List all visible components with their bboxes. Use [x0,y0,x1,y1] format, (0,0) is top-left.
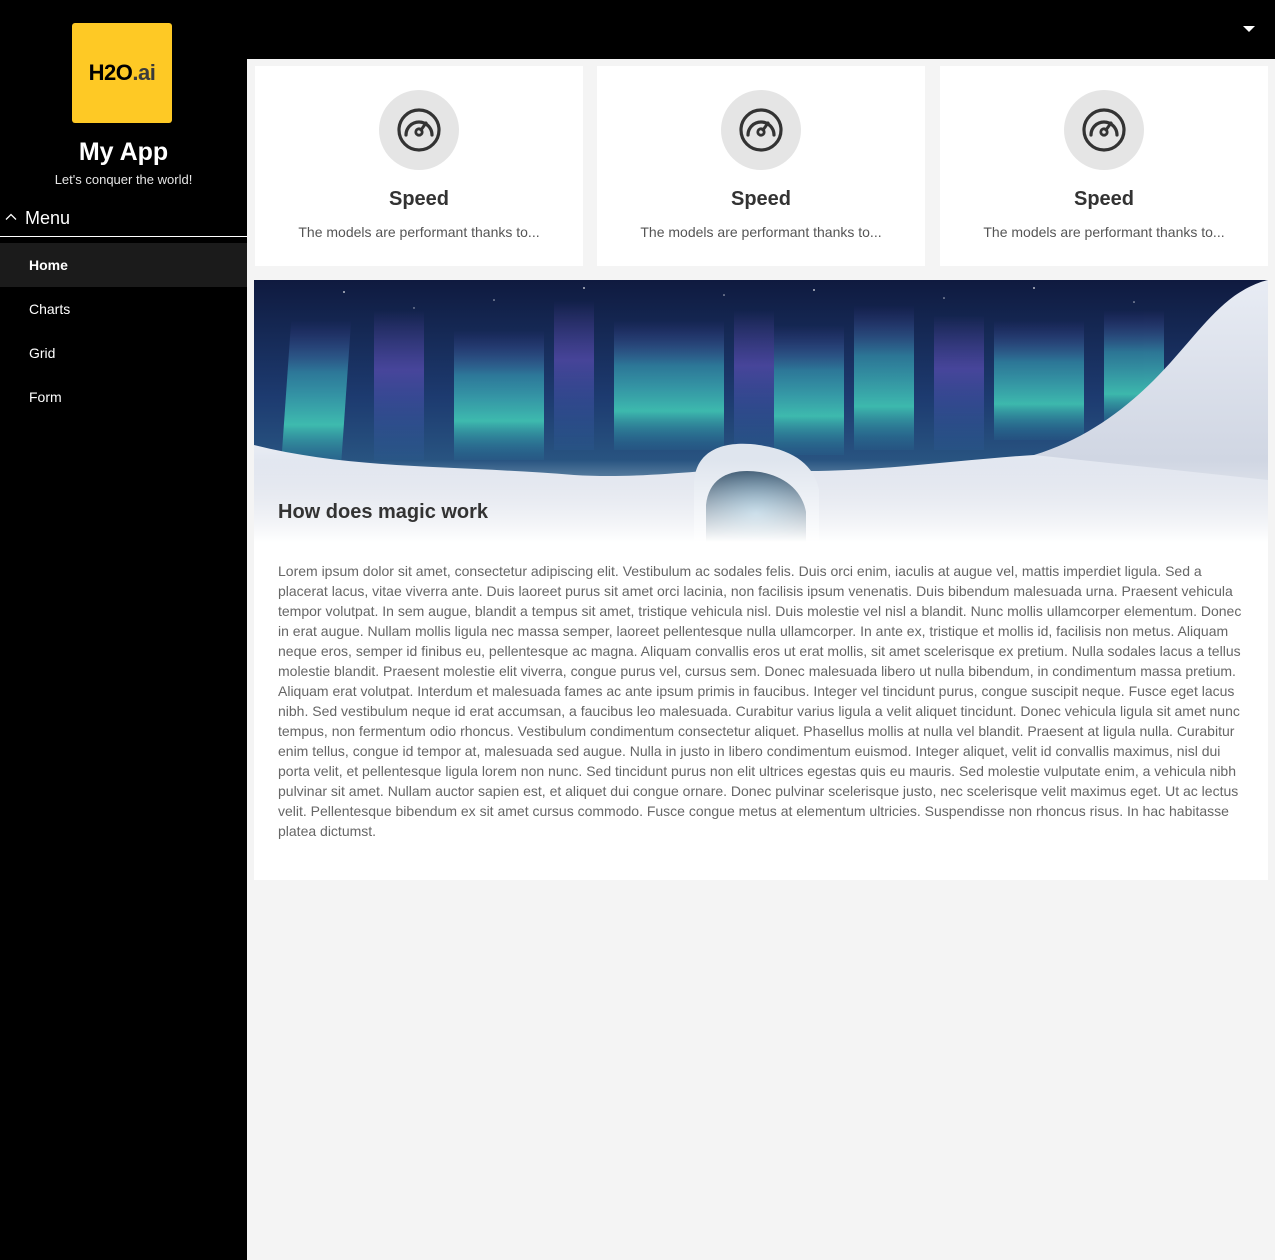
feature-card: Speed The models are performant thanks t… [597,66,925,266]
article-title: How does magic work [278,501,489,523]
sidebar-item-label: Form [29,389,62,405]
article-card: How does magic work Lorem ipsum dolor si… [254,280,1268,880]
app-title: My App [78,138,169,166]
sidebar-item-label: Home [29,257,68,273]
card-description: The models are performant thanks to... [298,224,540,240]
feature-card: Speed The models are performant thanks t… [255,66,583,266]
card-title: Speed [730,188,792,210]
logo-suffix-text: .ai [132,60,156,85]
card-title: Speed [388,188,450,210]
top-header [247,0,1275,59]
article-body: Lorem ipsum dolor sit amet, consectetur … [278,563,1242,839]
menu-toggle[interactable]: Menu [0,200,247,237]
speedometer-icon [397,108,441,152]
card-icon-circle [1064,90,1144,170]
card-title: Speed [1073,188,1135,210]
sidebar-item-form[interactable]: Form [0,375,247,419]
sidebar-item-label: Grid [29,345,56,361]
speedometer-icon [1082,108,1126,152]
sidebar-item-label: Charts [29,301,71,317]
card-description: The models are performant thanks to... [983,224,1225,240]
feature-card: Speed The models are performant thanks t… [940,66,1268,266]
caret-down-icon[interactable] [1243,24,1255,34]
logo-main-text: H2O [88,60,133,85]
sidebar-item-charts[interactable]: Charts [0,287,247,331]
menu-label: Menu [25,207,71,228]
sidebar-item-grid[interactable]: Grid [0,331,247,375]
chevron-up-icon [5,213,17,220]
card-description: The models are performant thanks to... [640,224,882,240]
h2o-logo[interactable]: H2O .ai [72,23,172,123]
sidebar-nav: Home Charts Grid Form [0,243,247,419]
app-subtitle: Let's conquer the world! [54,172,193,187]
sidebar: H2O .ai My App Let's conquer the world! M… [0,0,247,1260]
card-icon-circle [379,90,459,170]
card-icon-circle [721,90,801,170]
speedometer-icon [739,108,783,152]
sidebar-item-home[interactable]: Home [0,243,247,287]
